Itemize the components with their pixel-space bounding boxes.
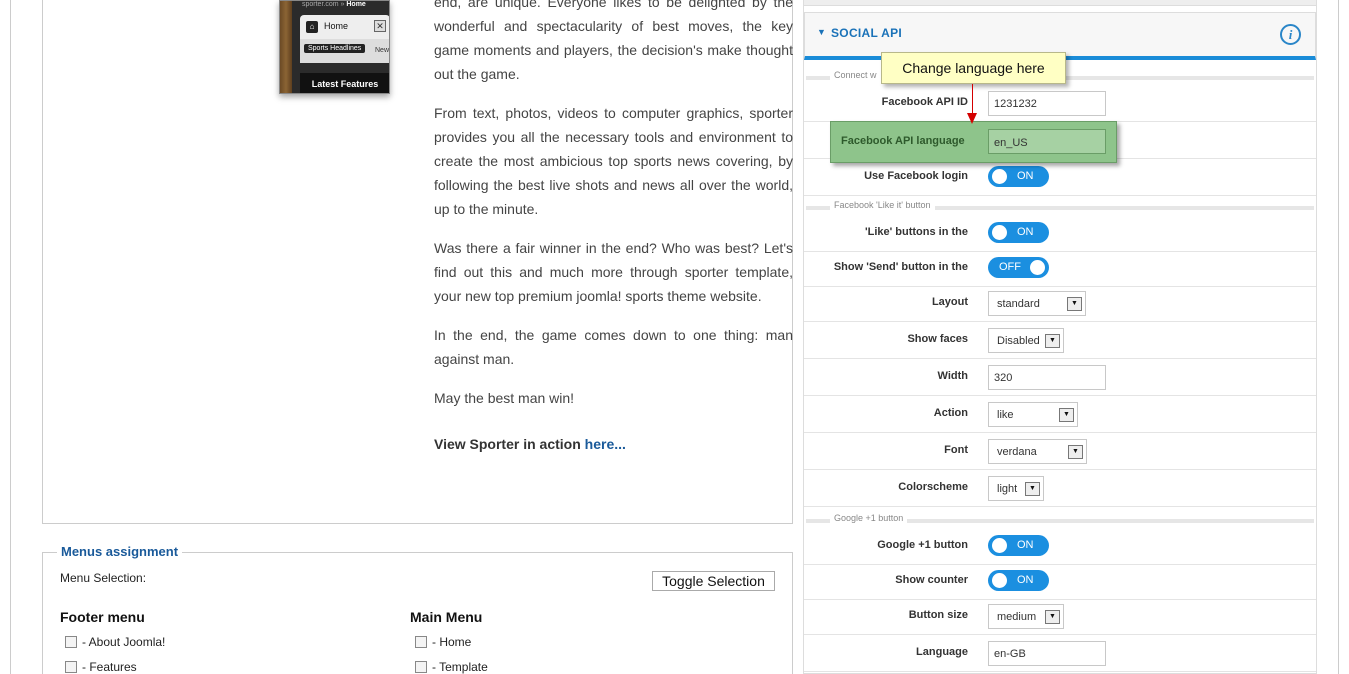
show-send-toggle[interactable]: OFF <box>988 257 1049 278</box>
close-icon: ✕ <box>374 20 386 32</box>
thumbnail-breadcrumb: sporter.com » Home <box>302 1 366 8</box>
collapse-caret-icon[interactable]: ▼ <box>817 27 826 37</box>
show-counter-toggle[interactable]: ON <box>988 570 1049 591</box>
show-faces-label: Show faces <box>907 333 968 345</box>
google-plus-one-toggle[interactable]: ON <box>988 535 1049 556</box>
button-size-select[interactable]: medium ▼ <box>988 604 1064 629</box>
action-select[interactable]: like ▼ <box>988 402 1078 427</box>
row-font: Font verdana ▼ <box>804 433 1316 470</box>
section-google-plus: Google +1 button <box>804 513 1316 525</box>
width-input[interactable]: 320 <box>988 365 1106 390</box>
info-icon[interactable]: i <box>1280 24 1301 45</box>
thumbnail-wood-strip <box>280 1 292 93</box>
menu-item-home[interactable]: - Home <box>415 635 471 649</box>
social-api-title: SOCIAL API <box>831 26 903 40</box>
article-panel: sporter.com » Home ⌂ Home ✕ Sports Headl… <box>42 0 793 524</box>
checkbox[interactable] <box>415 636 427 648</box>
row-google-plus-one: Google +1 button ON <box>804 528 1316 565</box>
row-layout: Layout standard ▼ <box>804 285 1316 322</box>
article-paragraph: From text, photos, videos to computer gr… <box>434 105 793 217</box>
chevron-down-icon: ▼ <box>1068 445 1083 459</box>
row-show-counter: Show counter ON <box>804 563 1316 600</box>
panel-top-bar <box>804 0 1316 6</box>
thumbnail-new-label: New <box>375 47 390 54</box>
action-label: Action <box>933 407 968 419</box>
view-in-action-text: View Sporter in action <box>434 436 581 452</box>
menus-assignment-fieldset: Menus assignment Menu Selection: Toggle … <box>42 544 793 674</box>
language-input[interactable]: en-GB <box>988 641 1106 666</box>
show-faces-select[interactable]: Disabled ▼ <box>988 328 1064 353</box>
facebook-api-id-input[interactable]: 1231232 <box>988 91 1106 116</box>
callout-arrow-line <box>972 84 973 116</box>
section-like-button: Facebook 'Like it' button <box>804 200 1316 212</box>
row-button-size: Button size medium ▼ <box>804 598 1316 635</box>
google-plus-one-label: Google +1 button <box>877 539 968 551</box>
menu-item-template[interactable]: - Template <box>415 660 488 674</box>
language-label: Language <box>916 646 968 658</box>
article-paragraph: May the best man win! <box>434 390 575 406</box>
social-api-panel: ▼ SOCIAL API i Connect w Facebook API ID… <box>803 0 1317 674</box>
chevron-down-icon: ▼ <box>1045 610 1060 624</box>
menus-assignment-legend: Menus assignment <box>57 544 183 559</box>
change-language-tooltip: Change language here <box>881 52 1066 84</box>
use-facebook-login-toggle[interactable]: ON <box>988 166 1049 187</box>
row-show-faces: Show faces Disabled ▼ <box>804 322 1316 359</box>
width-label: Width <box>937 370 968 382</box>
show-counter-label: Show counter <box>895 574 968 586</box>
thumbnail-home-tab: ⌂ Home ✕ <box>300 15 389 39</box>
chevron-down-icon: ▼ <box>1067 297 1082 311</box>
colorscheme-select[interactable]: light ▼ <box>988 476 1044 501</box>
layout-select[interactable]: standard ▼ <box>988 291 1086 316</box>
article-text: end, are unique. Everyone likes to be de… <box>434 0 793 456</box>
menu-item-about-joomla[interactable]: - About Joomla! <box>65 635 165 649</box>
row-language: Language en-GB <box>804 635 1316 672</box>
facebook-api-language-highlight: Facebook API language en_US <box>830 121 1117 163</box>
checkbox[interactable] <box>65 661 77 673</box>
layout-label: Layout <box>931 296 968 308</box>
thumbnail-latest-features: Latest Features <box>300 73 389 93</box>
callout-arrow-head-icon <box>967 113 977 124</box>
button-size-label: Button size <box>908 609 968 621</box>
article-paragraph: In the end, the game comes down to one t… <box>434 327 793 367</box>
menu-selection-label: Menu Selection: <box>60 571 147 585</box>
template-thumbnail: sporter.com » Home ⌂ Home ✕ Sports Headl… <box>279 0 390 94</box>
facebook-api-language-input[interactable]: en_US <box>988 129 1106 154</box>
footer-menu-title: Footer menu <box>60 609 145 625</box>
facebook-api-id-label: Facebook API ID <box>881 96 968 108</box>
show-send-label: Show 'Send' button in the <box>833 261 968 273</box>
font-select[interactable]: verdana ▼ <box>988 439 1087 464</box>
toggle-selection-button[interactable]: Toggle Selection <box>652 571 775 591</box>
facebook-api-language-label: Facebook API language <box>841 135 965 147</box>
thumbnail-home-label: Home <box>324 21 349 31</box>
thumbnail-subnav: Sports Headlines New <box>300 39 390 63</box>
use-facebook-login-label: Use Facebook login <box>864 170 968 182</box>
like-buttons-label: 'Like' buttons in the <box>864 226 968 238</box>
row-colorscheme: Colorscheme light ▼ <box>804 470 1316 507</box>
colorscheme-label: Colorscheme <box>898 481 968 493</box>
main-menu-title: Main Menu <box>410 609 483 625</box>
view-in-action-link[interactable]: here... <box>585 436 626 452</box>
row-use-facebook-login: Use Facebook login ON <box>804 159 1316 196</box>
home-icon: ⌂ <box>306 21 318 33</box>
row-facebook-api-id: Facebook API ID 1231232 <box>804 85 1316 122</box>
checkbox[interactable] <box>415 661 427 673</box>
thumbnail-chip: Sports Headlines <box>304 44 366 53</box>
row-width: Width 320 <box>804 359 1316 396</box>
article-paragraph: Was there a fair winner in the end? Who … <box>434 240 793 304</box>
row-action: Action like ▼ <box>804 396 1316 433</box>
article-paragraph: end, are unique. Everyone likes to be de… <box>434 0 793 82</box>
font-label: Font <box>944 444 968 456</box>
view-in-action: View Sporter in action here... <box>434 432 793 456</box>
chevron-down-icon: ▼ <box>1059 408 1074 422</box>
row-show-send: Show 'Send' button in the OFF <box>804 250 1316 287</box>
checkbox[interactable] <box>65 636 77 648</box>
menu-item-features[interactable]: - Features <box>65 660 137 674</box>
row-like-buttons: 'Like' buttons in the ON <box>804 215 1316 252</box>
chevron-down-icon: ▼ <box>1025 482 1040 496</box>
chevron-down-icon: ▼ <box>1045 334 1060 348</box>
like-buttons-toggle[interactable]: ON <box>988 222 1049 243</box>
